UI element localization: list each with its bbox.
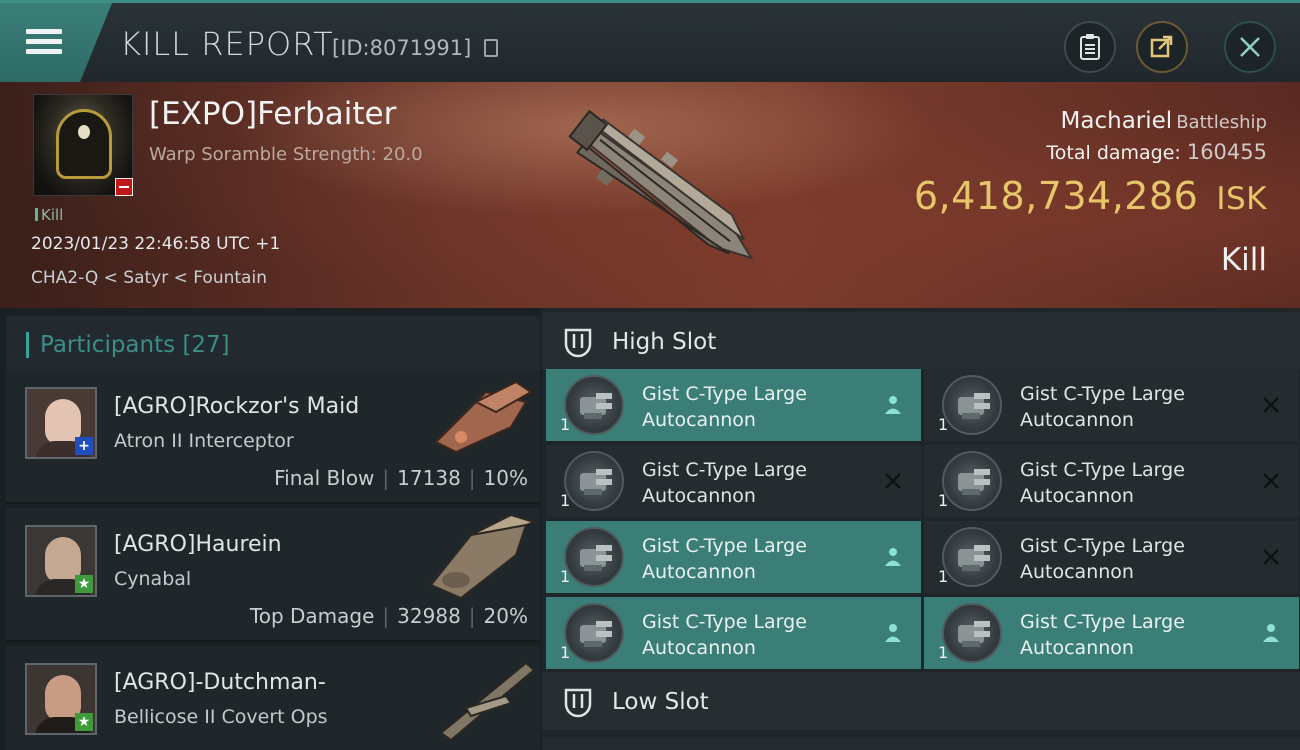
clipboard-icon (1080, 34, 1100, 60)
participant-name[interactable]: [AGRO]Rockzor's Maid (114, 394, 359, 419)
module-quantity: 1 (560, 643, 571, 662)
module-quantity: 1 (560, 491, 571, 510)
avatar[interactable]: + (25, 387, 97, 459)
autocannon-icon (942, 527, 1002, 587)
participant-row[interactable]: ★ [AGRO]Haurein Cynabal Top Damage | 32988… (6, 508, 540, 642)
participant-ship: Atron II Interceptor (114, 430, 294, 452)
victim-ship-image[interactable] (540, 88, 780, 298)
destroyed-x-icon (1263, 473, 1279, 489)
low-slot-list (542, 738, 1300, 750)
destroyed-x-icon (1263, 397, 1279, 413)
module-item[interactable]: 1 Gist C-Type Large Autocannon (546, 521, 921, 593)
total-damage: Total damage: 160455 (1046, 140, 1267, 164)
autocannon-icon (564, 527, 624, 587)
module-name: Gist C-Type Large Autocannon (1020, 611, 1185, 659)
close-button[interactable] (1224, 21, 1276, 73)
module-quantity: 1 (938, 567, 949, 586)
module-quantity: 1 (938, 643, 949, 662)
module-item[interactable]: 1 Gist C-Type Large Autocannon (924, 597, 1299, 669)
dropped-person-icon (885, 624, 901, 642)
share-button[interactable] (1136, 21, 1188, 73)
victim-ship-name[interactable]: Machariel Battleship (1061, 108, 1267, 134)
autocannon-icon (942, 451, 1002, 511)
autocannon-icon (942, 375, 1002, 435)
autocannon-icon (942, 603, 1002, 663)
module-item[interactable]: 1 Gist C-Type Large Autocannon (546, 369, 921, 441)
kill-report-id: [ID:8071991] (332, 36, 472, 60)
participant-stats: Top Damage | 32988 | 20% (249, 604, 528, 628)
window-title: KILL REPORT (120, 25, 334, 63)
autocannon-icon (564, 603, 624, 663)
module-item[interactable]: 1 Gist C-Type Large Autocannon (924, 521, 1299, 593)
avatar[interactable]: ★ (25, 525, 97, 597)
module-item[interactable]: 1 Gist C-Type Large Autocannon (546, 445, 921, 517)
high-slot-header[interactable]: High Slot (542, 312, 1300, 370)
autocannon-icon (564, 375, 624, 435)
dropped-person-icon (885, 396, 901, 414)
isk-value: 6,418,734,286 ISK (913, 174, 1267, 218)
victim-header: Kill 2023/01/23 22:46:58 UTC +1 CHA2-Q <… (0, 82, 1300, 308)
module-item[interactable]: 1 Gist C-Type Large Autocannon (924, 445, 1299, 517)
participant-row[interactable]: + [AGRO]Rockzor's Maid Atron II Intercep… (6, 370, 540, 504)
participant-ship-image[interactable] (416, 510, 541, 602)
low-slot-label: Low Slot (612, 689, 709, 715)
participant-ship: Bellicose II Covert Ops (114, 706, 328, 728)
participant-ship: Cynabal (114, 568, 192, 590)
module-quantity: 1 (560, 567, 571, 586)
autocannon-icon (564, 451, 624, 511)
low-slot-icon (564, 688, 592, 718)
clipboard-button[interactable] (1064, 21, 1116, 73)
participants-panel: Participants [27] + [AGRO]Rockzor's Maid… (0, 308, 540, 750)
star-standing-icon: ★ (75, 713, 93, 731)
menu-icon (26, 29, 62, 55)
kill-location[interactable]: CHA2-Q < Satyr < Fountain (31, 268, 267, 288)
module-quantity: 1 (560, 415, 571, 434)
bad-standing-icon (115, 178, 133, 196)
result-label: Kill (1220, 242, 1267, 278)
dropped-person-icon (1263, 624, 1279, 642)
module-name: Gist C-Type Large Autocannon (1020, 535, 1185, 583)
dropped-person-icon (885, 548, 901, 566)
copy-icon[interactable] (484, 39, 498, 57)
participant-ship-image[interactable] (416, 372, 541, 464)
participant-name[interactable]: [AGRO]Haurein (114, 532, 282, 557)
participant-stats: Final Blow | 17138 | 10% (274, 466, 528, 490)
star-standing-icon: ★ (75, 575, 93, 593)
close-icon (1240, 37, 1260, 57)
module-quantity: 1 (938, 491, 949, 510)
fitting-panel: High Slot 1 Gist C-Type Large Autocannon 1 G… (542, 308, 1300, 750)
module-name: Gist C-Type Large Autocannon (642, 383, 807, 431)
participant-name[interactable]: [AGRO]-Dutchman- (114, 670, 326, 695)
module-name: Gist C-Type Large Autocannon (642, 459, 807, 507)
participant-row[interactable]: ★ [AGRO]-Dutchman- Bellicose II Covert O… (6, 646, 540, 750)
title-bar: KILL REPORT [ID:8071991] (0, 0, 1300, 82)
plus-standing-icon: + (75, 437, 93, 455)
module-name: Gist C-Type Large Autocannon (1020, 383, 1185, 431)
module-name: Gist C-Type Large Autocannon (642, 611, 807, 659)
module-name: Gist C-Type Large Autocannon (642, 535, 807, 583)
participants-header[interactable]: Participants [27] (6, 316, 540, 370)
high-slot-label: High Slot (612, 329, 717, 355)
share-icon (1150, 35, 1173, 58)
low-slot-header[interactable]: Low Slot (542, 672, 1300, 730)
victim-name[interactable]: [EXPO]Ferbaiter (149, 96, 396, 132)
high-slot-icon (564, 328, 592, 358)
destroyed-x-icon (885, 473, 901, 489)
kill-datetime: 2023/01/23 22:46:58 UTC +1 (31, 234, 281, 254)
module-item[interactable]: 1 Gist C-Type Large Autocannon (546, 597, 921, 669)
participant-ship-image[interactable] (416, 648, 541, 740)
module-quantity: 1 (938, 415, 949, 434)
avatar[interactable]: ★ (25, 663, 97, 735)
module-item[interactable]: 1 Gist C-Type Large Autocannon (924, 369, 1299, 441)
warp-scramble-strength: Warp Soramble Strength: 20.0 (149, 144, 423, 165)
participants-title: Participants [27] (40, 332, 230, 358)
module-name: Gist C-Type Large Autocannon (1020, 459, 1185, 507)
destroyed-x-icon (1263, 549, 1279, 565)
menu-button[interactable] (0, 3, 112, 82)
kill-tag: Kill (35, 206, 63, 224)
